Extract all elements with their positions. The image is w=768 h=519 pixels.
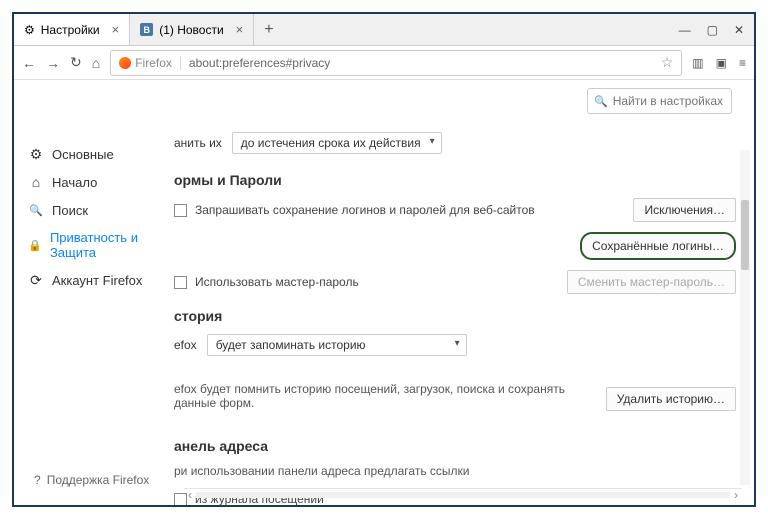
master-password-label: Использовать мастер-пароль <box>195 275 359 289</box>
gear-icon <box>28 146 44 162</box>
close-icon[interactable]: × <box>112 22 120 37</box>
tab-label: (1) Новости <box>159 23 223 37</box>
keep-cookies-label: анить их <box>174 136 222 150</box>
saved-logins-button[interactable]: Сохранённые логины… <box>580 232 736 260</box>
section-address-bar: анель адреса <box>174 438 736 454</box>
sidebar-item-label: Поиск <box>52 203 88 218</box>
change-master-password-button: Сменить мастер-пароль… <box>567 270 736 294</box>
find-input[interactable] <box>613 94 725 108</box>
sidebar-item-label: Приватность и Защита <box>50 230 170 260</box>
ask-save-logins-row: Запрашивать сохранение логинов и паролей… <box>174 198 736 222</box>
menu-button[interactable]: ≡ <box>739 56 746 70</box>
search-icon <box>594 94 608 108</box>
sidebar-item-home[interactable]: Начало <box>24 168 174 196</box>
tab-label: Настройки <box>41 23 100 37</box>
identity-box: Firefox <box>119 56 181 70</box>
minimize-button[interactable]: — <box>679 23 691 37</box>
url-text: about:preferences#privacy <box>189 56 653 70</box>
support-link[interactable]: ? Поддержка Firefox <box>34 473 149 487</box>
history-description: efox будет помнить историю посещений, за… <box>174 382 598 410</box>
keep-cookies-dropdown[interactable]: до истечения срока их действия <box>232 132 442 154</box>
url-bar[interactable]: Firefox about:preferences#privacy ☆ <box>110 50 682 76</box>
master-password-checkbox[interactable] <box>174 276 187 289</box>
address-bar-description: ри использовании панели адреса предлагат… <box>174 464 736 478</box>
ask-save-logins-checkbox[interactable] <box>174 204 187 217</box>
section-history: стория <box>174 308 736 324</box>
tab-news[interactable]: (1) Новости × <box>130 14 254 45</box>
close-icon[interactable]: × <box>236 22 244 37</box>
history-mode-prefix: efox <box>174 338 197 352</box>
gear-icon <box>24 23 35 37</box>
tab-bar: Настройки × (1) Новости × + — ▢ ✕ <box>14 14 754 46</box>
sidebar-item-search[interactable]: Поиск <box>24 196 174 224</box>
clear-history-button[interactable]: Удалить историю… <box>606 387 736 411</box>
master-password-row: Использовать мастер-пароль Сменить масте… <box>174 270 736 294</box>
library-icon[interactable]: ▥ <box>692 56 703 70</box>
home-icon <box>28 174 44 190</box>
sidebar-item-label: Аккаунт Firefox <box>52 273 142 288</box>
sidebar-item-label: Основные <box>52 147 114 162</box>
sidebar-icon[interactable]: ▣ <box>716 56 727 70</box>
firefox-window: Настройки × (1) Новости × + — ▢ ✕ ← → ↻ … <box>12 12 756 507</box>
section-forms-passwords: ормы и Пароли <box>174 172 736 188</box>
search-icon <box>28 202 44 218</box>
horizontal-scrollbar[interactable]: ‹› <box>184 488 742 500</box>
bookmark-star-icon[interactable]: ☆ <box>661 54 674 71</box>
sidebar-item-label: Начало <box>52 175 97 190</box>
toolbar-right: ▥ ▣ ≡ <box>692 56 746 70</box>
sidebar-item-general[interactable]: Основные <box>24 140 174 168</box>
maximize-button[interactable]: ▢ <box>707 23 718 37</box>
history-mode-row: efox будет запоминать историю <box>174 334 736 356</box>
sidebar-item-account[interactable]: Аккаунт Firefox <box>24 266 174 294</box>
back-button[interactable]: ← <box>22 55 36 71</box>
vk-icon <box>140 23 153 36</box>
saved-logins-row: Сохранённые логины… <box>174 232 736 260</box>
help-icon: ? <box>34 473 41 487</box>
sidebar-item-privacy[interactable]: Приватность и Защита <box>24 224 174 266</box>
new-tab-button[interactable]: + <box>254 21 283 39</box>
preferences-content: анить их до истечения срока их действия … <box>174 80 754 505</box>
vertical-scrollbar[interactable] <box>740 150 750 485</box>
find-in-settings[interactable] <box>587 88 732 114</box>
exceptions-button[interactable]: Исключения… <box>633 198 736 222</box>
keep-cookies-row: анить их до истечения срока их действия <box>174 132 736 154</box>
home-button[interactable]: ⌂ <box>92 55 100 71</box>
history-mode-dropdown[interactable]: будет запоминать историю <box>207 334 467 356</box>
scrollbar-thumb[interactable] <box>741 200 749 270</box>
toolbar: ← → ↻ ⌂ Firefox about:preferences#privac… <box>14 46 754 80</box>
close-window-button[interactable]: ✕ <box>734 23 744 37</box>
support-label: Поддержка Firefox <box>47 473 150 487</box>
sync-icon <box>28 272 44 288</box>
firefox-logo-icon <box>119 57 131 69</box>
reload-button[interactable]: ↻ <box>70 54 82 71</box>
history-desc-row: efox будет помнить историю посещений, за… <box>174 374 736 424</box>
preferences-sidebar: Основные Начало Поиск Приватность и Защи… <box>14 80 174 505</box>
lock-icon <box>28 237 42 253</box>
window-controls: — ▢ ✕ <box>679 23 754 37</box>
content-area: Основные Начало Поиск Приватность и Защи… <box>14 80 754 505</box>
tab-settings[interactable]: Настройки × <box>14 14 130 45</box>
ask-save-logins-label: Запрашивать сохранение логинов и паролей… <box>195 203 535 217</box>
forward-button[interactable]: → <box>46 55 60 71</box>
